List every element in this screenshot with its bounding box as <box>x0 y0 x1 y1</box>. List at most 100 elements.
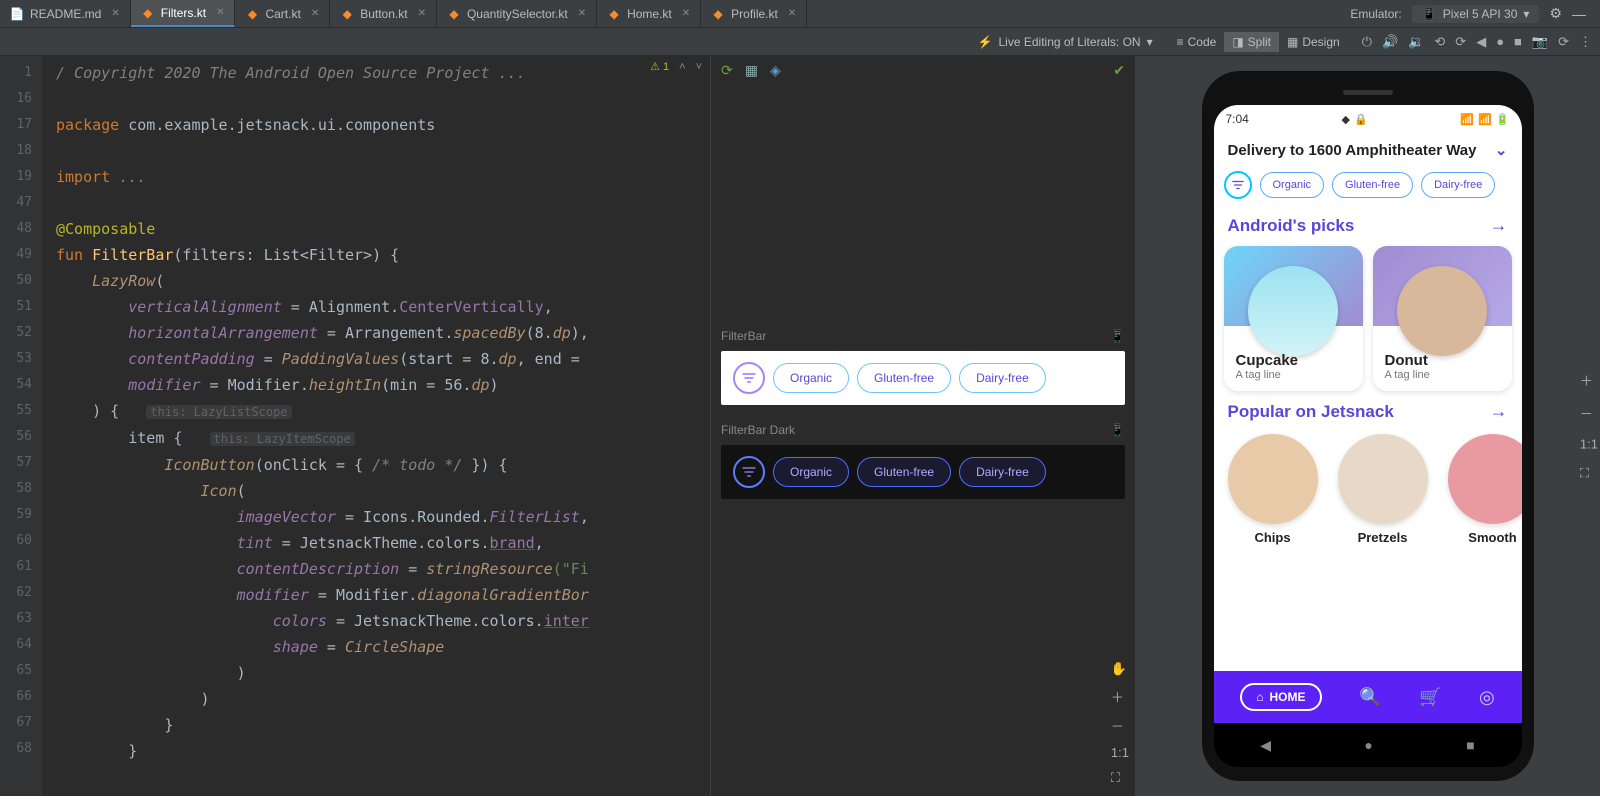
split-icon: ◨ <box>1232 35 1243 49</box>
chip-organic[interactable]: Organic <box>1260 172 1325 198</box>
kotlin-icon: ◆ <box>607 7 621 21</box>
zoom-out-icon[interactable]: － <box>1111 716 1129 735</box>
rotate-left-icon[interactable]: ⟲ <box>1434 34 1445 50</box>
chip-dairy-free[interactable]: Dairy-free <box>1421 172 1495 198</box>
code-editor[interactable]: ⚠ 1 ˄ ˅ 11617 181947 484950 515253 54555… <box>0 56 710 796</box>
device-dropdown[interactable]: 📱 Pixel 5 API 30 ▾ <box>1412 5 1540 23</box>
close-icon[interactable]: ✕ <box>682 8 690 19</box>
back-button[interactable]: ◀ <box>1260 737 1271 754</box>
deploy-icon[interactable]: 📱 <box>1110 423 1125 437</box>
close-icon[interactable]: ✕ <box>311 8 319 19</box>
preview-zoom-tools: ✋ ＋ － 1:1 ⛶ <box>1111 661 1129 786</box>
filter-icon[interactable] <box>733 362 765 394</box>
editor-tabs-bar: 📄 README.md ✕ ◆ Filters.kt ✕ ◆ Cart.kt ✕… <box>0 0 1600 28</box>
chip-gluten-free[interactable]: Gluten-free <box>857 363 951 393</box>
lightning-icon: ⚡ <box>978 35 993 49</box>
code-content[interactable]: / Copyright 2020 The Android Open Source… <box>42 56 710 796</box>
chip-gluten-free[interactable]: Gluten-free <box>857 457 951 487</box>
status-bar: 7:04 ◆ 🔒 📶 📶 🔋 <box>1214 105 1522 133</box>
close-icon[interactable]: ✕ <box>418 8 426 19</box>
filter-icon[interactable] <box>1224 171 1252 199</box>
chip-dairy-free[interactable]: Dairy-free <box>959 363 1046 393</box>
volume-down-icon[interactable]: 🔉 <box>1408 34 1424 50</box>
layers-icon[interactable]: ◈ <box>770 62 781 79</box>
wifi-icon: 📶 <box>1460 113 1474 126</box>
rotate-right-icon[interactable]: ⟳ <box>1455 34 1466 50</box>
device-icon[interactable]: ▦ <box>745 62 758 79</box>
tab-button[interactable]: ◆ Button.kt ✕ <box>330 0 437 27</box>
close-icon[interactable]: ✕ <box>578 8 586 19</box>
preview-toolbar: ⟳ ▦ ◈ <box>711 56 1135 85</box>
popular-chips[interactable]: Chips <box>1228 434 1318 545</box>
record-icon[interactable]: ⟳ <box>1558 34 1569 50</box>
minimize-icon[interactable]: — <box>1572 6 1586 22</box>
bottom-nav: ⌂ HOME 🔍 🛒 ◎ <box>1214 671 1522 723</box>
more-icon[interactable]: ⋮ <box>1579 34 1592 50</box>
popular-smoothie[interactable]: Smooth <box>1448 434 1522 545</box>
nav-search[interactable]: 🔍 <box>1359 687 1381 708</box>
check-icon: ✔ <box>1113 62 1125 79</box>
split-view-button[interactable]: ◨Split <box>1224 32 1279 52</box>
battery-icon: 🔋 <box>1496 113 1510 126</box>
section-popular: Popular on Jetsnack → <box>1214 395 1522 428</box>
nav-cart[interactable]: 🛒 <box>1419 687 1441 708</box>
close-icon[interactable]: ✕ <box>111 8 119 19</box>
chip-gluten-free[interactable]: Gluten-free <box>1332 172 1413 198</box>
refresh-icon[interactable]: ⟳ <box>721 62 733 79</box>
kotlin-icon: ◆ <box>447 7 461 21</box>
design-view-button[interactable]: ▦Design <box>1279 32 1348 52</box>
gear-icon[interactable]: ⚙ <box>1549 5 1562 22</box>
product-card-cupcake[interactable]: Cupcake A tag line <box>1224 246 1363 391</box>
nav-profile[interactable]: ◎ <box>1479 687 1495 708</box>
pan-icon[interactable]: ✋ <box>1111 661 1129 677</box>
close-icon[interactable]: ✕ <box>216 7 224 18</box>
emulator-zoom-rail: ＋ － 1:1 ⛶ <box>1580 371 1598 482</box>
tab-filters[interactable]: ◆ Filters.kt ✕ <box>131 0 236 27</box>
fullscreen-icon[interactable]: ⛶ <box>1580 466 1598 482</box>
tab-quantity[interactable]: ◆ QuantitySelector.kt ✕ <box>437 0 597 27</box>
emulator-label: Emulator: <box>1350 7 1401 21</box>
tab-profile[interactable]: ◆ Profile.kt ✕ <box>701 0 807 27</box>
tab-home[interactable]: ◆ Home.kt ✕ <box>597 0 701 27</box>
arrow-right-icon[interactable]: → <box>1490 401 1508 422</box>
camera-icon[interactable]: 📷 <box>1532 34 1548 50</box>
product-card-donut[interactable]: Donut A tag line <box>1373 246 1512 391</box>
filter-icon[interactable] <box>733 456 765 488</box>
chip-organic[interactable]: Organic <box>773 457 849 487</box>
circle-icon[interactable]: ● <box>1496 34 1504 50</box>
preview-light-label: FilterBar 📱 <box>711 325 1135 347</box>
zoom-fit-icon[interactable]: 1:1 <box>1580 437 1598 452</box>
signal-icon: 📶 <box>1478 113 1492 126</box>
live-edit-toggle[interactable]: ⚡ Live Editing of Literals: ON ▾ <box>978 35 1153 49</box>
fullscreen-icon[interactable]: ⛶ <box>1111 770 1129 786</box>
tab-cart[interactable]: ◆ Cart.kt ✕ <box>235 0 330 27</box>
arrow-right-icon[interactable]: → <box>1490 215 1508 236</box>
editor-toolbar: ⚡ Live Editing of Literals: ON ▾ ≡Code ◨… <box>0 28 1600 56</box>
emulator-window: 7:04 ◆ 🔒 📶 📶 🔋 Delivery to 1600 Amphithe… <box>1135 56 1600 796</box>
chip-organic[interactable]: Organic <box>773 363 849 393</box>
back-icon[interactable]: ◀ <box>1476 34 1486 50</box>
zoom-fit-icon[interactable]: 1:1 <box>1111 745 1129 760</box>
deploy-icon[interactable]: 📱 <box>1110 329 1125 343</box>
zoom-in-icon[interactable]: ＋ <box>1111 687 1129 706</box>
code-view-button[interactable]: ≡Code <box>1169 32 1225 52</box>
volume-up-icon[interactable]: 🔊 <box>1382 34 1398 50</box>
zoom-in-icon[interactable]: ＋ <box>1580 371 1598 390</box>
phone-screen[interactable]: 7:04 ◆ 🔒 📶 📶 🔋 Delivery to 1600 Amphithe… <box>1214 105 1522 723</box>
popular-pretzels[interactable]: Pretzels <box>1338 434 1428 545</box>
power-icon[interactable]: ⏻ <box>1362 34 1372 50</box>
nav-home[interactable]: ⌂ HOME <box>1240 683 1321 711</box>
square-icon[interactable]: ■ <box>1514 34 1522 50</box>
recents-button[interactable]: ■ <box>1466 737 1474 753</box>
delivery-address[interactable]: Delivery to 1600 Amphitheater Way ⌄ <box>1214 133 1522 167</box>
main-split: ⚠ 1 ˄ ˅ 11617 181947 484950 515253 54555… <box>0 56 1600 796</box>
chip-dairy-free[interactable]: Dairy-free <box>959 457 1046 487</box>
phone-icon: 📱 <box>1422 7 1437 21</box>
close-icon[interactable]: ✕ <box>788 8 796 19</box>
zoom-out-icon[interactable]: － <box>1580 404 1598 423</box>
kotlin-icon: ◆ <box>141 6 155 20</box>
tab-readme[interactable]: 📄 README.md ✕ <box>0 0 131 27</box>
home-button[interactable]: ● <box>1364 737 1372 753</box>
line-gutter: 11617 181947 484950 515253 545556 575859… <box>0 56 42 796</box>
section-androids-picks: Android's picks → <box>1214 209 1522 242</box>
